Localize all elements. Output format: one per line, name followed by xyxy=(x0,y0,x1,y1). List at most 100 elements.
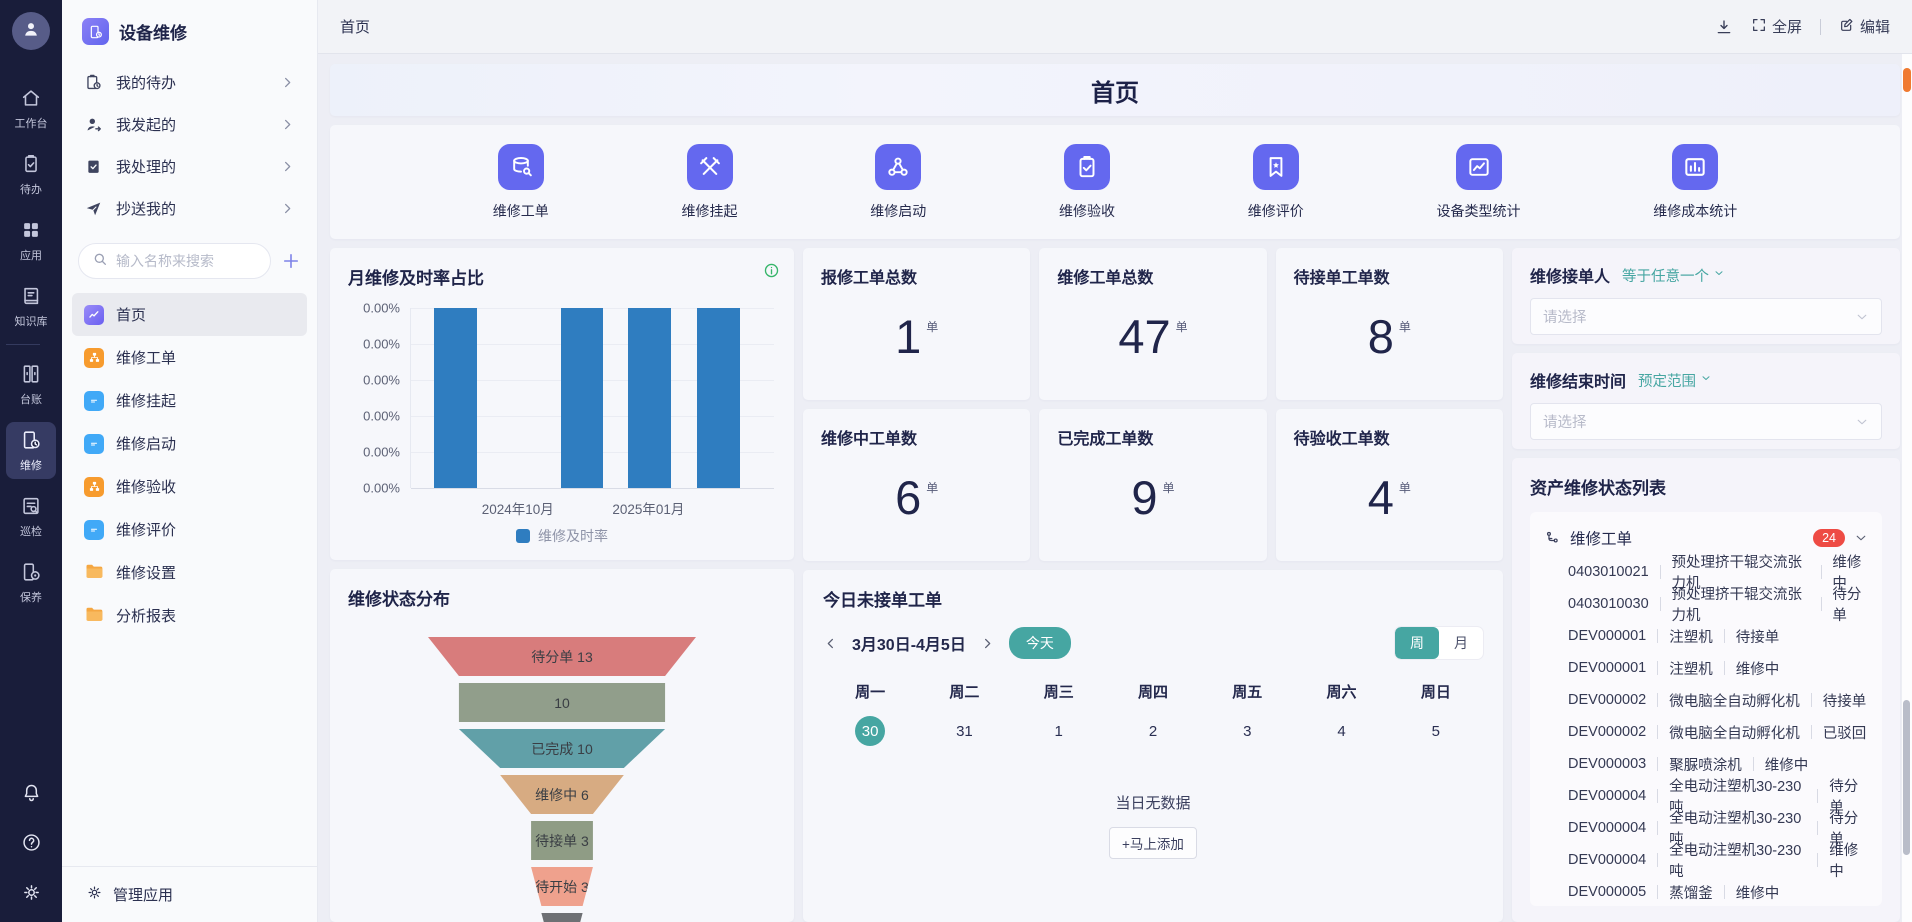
separator xyxy=(1657,693,1658,707)
sidebar-item-label: 维修设置 xyxy=(116,562,176,583)
funnel-stage-待分单: 待分单 13 xyxy=(412,637,712,676)
date-4[interactable]: 4 xyxy=(1327,716,1357,746)
menu-item-我处理的[interactable]: 我处理的 xyxy=(74,145,305,187)
sidebar-item-维修评价[interactable]: 维修评价 xyxy=(72,508,307,551)
sidebar-item-label: 首页 xyxy=(116,304,146,325)
rail-item-台账[interactable]: 台账 xyxy=(6,356,56,413)
chart1-icon xyxy=(1456,144,1502,190)
chevron-down-icon[interactable] xyxy=(1854,531,1868,545)
menu-item-抄送我的[interactable]: 抄送我的 xyxy=(74,187,305,229)
manage-app-button[interactable]: 管理应用 xyxy=(62,866,317,922)
separator xyxy=(1811,693,1812,707)
status-funnel-card: 维修状态分布 待分单 1310已完成 10维修中 6待接单 3待开始 3已驳回 … xyxy=(330,569,794,922)
page-title: 首页 xyxy=(1091,73,1139,108)
stat-unit: 单 xyxy=(1163,479,1175,496)
quick-action-设备类型统计[interactable]: 设备类型统计 xyxy=(1437,144,1521,221)
gear-icon[interactable] xyxy=(21,882,42,908)
toolbar-divider xyxy=(1820,19,1821,35)
date-30[interactable]: 30 xyxy=(855,716,885,746)
scrollbar-marker[interactable] xyxy=(1903,68,1911,92)
asset-name: 聚脲喷涂机 xyxy=(1669,754,1742,775)
funnel-stage-已驳回: 已驳回 2 xyxy=(412,913,712,922)
quick-action-维修成本统计[interactable]: 维修成本统计 xyxy=(1653,144,1737,221)
quick-action-label: 维修评价 xyxy=(1248,201,1304,221)
rail-item-维修[interactable]: 维修 xyxy=(6,422,56,479)
date-5[interactable]: 5 xyxy=(1421,716,1451,746)
sidebar-item-维修设置[interactable]: 维修设置 xyxy=(72,551,307,594)
info-icon[interactable] xyxy=(763,262,780,284)
asset-code: DEV000004 xyxy=(1568,820,1646,836)
asset-row[interactable]: DEV000001注塑机维修中 xyxy=(1542,652,1870,684)
quick-action-维修启动[interactable]: 维修启动 xyxy=(870,144,926,221)
chevron-down-icon xyxy=(1855,415,1869,429)
asset-row[interactable]: DEV000001注塑机待接单 xyxy=(1542,620,1870,652)
rail-item-工作台[interactable]: 工作台 xyxy=(6,80,56,137)
asset-code: DEV000001 xyxy=(1568,628,1646,644)
filter-operator[interactable]: 预定范围 xyxy=(1638,370,1712,391)
rail-item-label: 工作台 xyxy=(15,115,48,131)
next-week-icon[interactable] xyxy=(980,636,995,651)
scrollbar-thumb[interactable] xyxy=(1903,700,1910,855)
rail-item-label: 知识库 xyxy=(15,313,48,329)
sidebar-item-维修启动[interactable]: 维修启动 xyxy=(72,422,307,465)
separator xyxy=(1657,853,1658,867)
sidebar-item-分析报表[interactable]: 分析报表 xyxy=(72,594,307,637)
separator xyxy=(1657,757,1658,771)
menu-item-我发起的[interactable]: 我发起的 xyxy=(74,103,305,145)
app-rail: 工作台待办应用知识库台账维修巡检保养 xyxy=(0,0,62,922)
rail-item-待办[interactable]: 待办 xyxy=(6,146,56,203)
add-page-button[interactable] xyxy=(281,251,301,271)
menu-item-我的待办[interactable]: 我的待办 xyxy=(74,61,305,103)
add-now-button[interactable]: +马上添加 xyxy=(1109,827,1197,859)
chevron-right-icon xyxy=(280,159,295,174)
asset-row[interactable]: DEV000002微电脑全自动孵化机已驳回 xyxy=(1542,716,1870,748)
count-badge: 24 xyxy=(1813,529,1845,547)
download-button[interactable] xyxy=(1715,18,1733,36)
handled-icon xyxy=(84,157,103,176)
quick-action-维修挂起[interactable]: 维修挂起 xyxy=(682,144,738,221)
initiated-icon xyxy=(84,115,103,134)
asset-row[interactable]: DEV000004全电动注塑机30-230吨维修中 xyxy=(1542,844,1870,876)
date-2[interactable]: 2 xyxy=(1138,716,1168,746)
bar xyxy=(434,308,477,488)
quick-action-维修验收[interactable]: 维修验收 xyxy=(1059,144,1115,221)
rail-item-保养[interactable]: 保养 xyxy=(6,554,56,611)
quick-action-维修工单[interactable]: 维修工单 xyxy=(493,144,549,221)
sidebar-item-首页[interactable]: 首页 xyxy=(72,293,307,336)
stat-label: 待接单工单数 xyxy=(1294,264,1485,288)
date-3[interactable]: 3 xyxy=(1232,716,1262,746)
filter-label: 维修接单人 xyxy=(1530,263,1610,287)
stat-value: 9单 xyxy=(1057,449,1248,545)
today-button[interactable]: 今天 xyxy=(1009,627,1071,659)
quick-action-维修评价[interactable]: 维修评价 xyxy=(1248,144,1304,221)
separator xyxy=(1657,725,1658,739)
month-tab[interactable]: 月 xyxy=(1439,627,1483,659)
timeliness-chart-card: 月维修及时率占比 0.00%0.00%0.00%0.00%0.00%0.00% … xyxy=(330,248,794,560)
breadcrumb[interactable]: 首页 xyxy=(340,16,370,37)
endtime-select[interactable]: 请选择 xyxy=(1530,403,1882,440)
rail-item-巡检[interactable]: 巡检 xyxy=(6,488,56,545)
filter-operator[interactable]: 等于任意一个 xyxy=(1622,265,1725,286)
help-icon[interactable] xyxy=(21,832,42,858)
rail-item-应用[interactable]: 应用 xyxy=(6,212,56,269)
week-tab[interactable]: 周 xyxy=(1395,627,1439,659)
asset-row[interactable]: 0403010030预处理挤干辊交流张力机待分单 xyxy=(1542,588,1870,620)
user-avatar[interactable] xyxy=(12,12,50,50)
bell-icon[interactable] xyxy=(21,782,42,808)
edit-button[interactable]: 编辑 xyxy=(1839,16,1890,37)
sidebar-item-维修工单[interactable]: 维修工单 xyxy=(72,336,307,379)
prev-week-icon[interactable] xyxy=(823,636,838,651)
sidebar-item-维修验收[interactable]: 维修验收 xyxy=(72,465,307,508)
fullscreen-button[interactable]: 全屏 xyxy=(1751,16,1802,37)
sidebar-search[interactable] xyxy=(78,243,271,279)
sidebar-item-维修挂起[interactable]: 维修挂起 xyxy=(72,379,307,422)
doc-icon xyxy=(84,391,104,411)
rail-item-知识库[interactable]: 知识库 xyxy=(6,278,56,335)
search-input[interactable] xyxy=(116,253,257,269)
assignee-select[interactable]: 请选择 xyxy=(1530,298,1882,335)
date-31[interactable]: 31 xyxy=(949,716,979,746)
chart-legend[interactable]: 维修及时率 xyxy=(330,526,794,546)
date-1[interactable]: 1 xyxy=(1044,716,1074,746)
app-sidebar: 设备维修 我的待办我发起的我处理的抄送我的 首页维修工单维修挂起维修启动维修验收… xyxy=(62,0,318,922)
asset-row[interactable]: DEV000002微电脑全自动孵化机待接单 xyxy=(1542,684,1870,716)
